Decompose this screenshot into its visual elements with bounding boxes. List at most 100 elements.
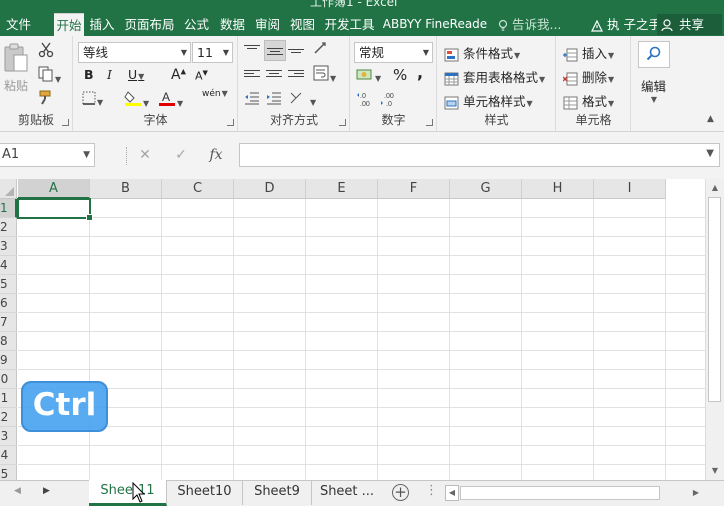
tab-view[interactable]: 视图 (287, 13, 318, 36)
increase-font-button[interactable]: A▲ (171, 67, 186, 83)
scroll-tabs-left-icon[interactable]: ◀ (14, 486, 21, 496)
horizontal-scrollbar[interactable]: ◀ ▶ (445, 485, 703, 501)
increase-decimal-button[interactable]: .0.00 (356, 91, 376, 110)
row-header-3[interactable]: 3 (0, 237, 17, 256)
row-header-4[interactable]: 4 (0, 256, 17, 275)
row-header-9[interactable]: 9 (0, 351, 17, 370)
scroll-left-icon[interactable]: ◀ (445, 485, 459, 501)
column-header-e[interactable]: E (306, 179, 378, 199)
row-header-1[interactable]: 1 (0, 199, 17, 218)
formula-input[interactable]: ▼ (239, 143, 720, 167)
tab-page-layout[interactable]: 页面布局 (122, 13, 177, 36)
percent-button[interactable]: % (393, 66, 407, 84)
format-painter-button[interactable] (38, 89, 54, 108)
phonetic-button[interactable]: wén▼ (202, 89, 228, 99)
align-right-button[interactable] (288, 67, 304, 82)
comma-button[interactable]: , (417, 63, 423, 82)
align-top-button[interactable] (244, 42, 260, 57)
editing-button[interactable]: 编辑 ▼ (641, 76, 666, 104)
column-header-g[interactable]: G (450, 179, 522, 199)
row-header-5[interactable]: 5 (0, 275, 17, 294)
accounting-format-button[interactable]: ▼ (356, 67, 381, 84)
number-format-dropdown[interactable]: 常规 ▼ (354, 42, 433, 63)
sheet-tab-more[interactable]: Sheet ... (312, 481, 382, 505)
tab-review[interactable]: 审阅 (252, 13, 283, 36)
column-header-h[interactable]: H (522, 179, 594, 199)
decrease-font-button[interactable]: A▼ (195, 69, 208, 83)
cut-button[interactable] (38, 42, 54, 61)
scroll-up-icon[interactable]: ▲ (706, 181, 724, 195)
align-bottom-button[interactable] (288, 42, 304, 57)
row-header-13[interactable]: 13 (0, 427, 17, 446)
font-launcher[interactable] (227, 119, 234, 126)
decrease-decimal-button[interactable]: .00.0 (380, 91, 400, 110)
paste-button[interactable]: 粘贴 (1, 42, 31, 97)
row-header-7[interactable]: 7 (0, 313, 17, 332)
underline-button[interactable]: U▼ (128, 67, 144, 82)
alignment-launcher[interactable] (339, 119, 346, 126)
wrap-text-button[interactable]: ▼ (313, 65, 336, 84)
conditional-formatting-button[interactable]: 条件格式▼ (444, 43, 520, 62)
increase-indent-button[interactable] (266, 91, 282, 108)
tab-insert[interactable]: 插入 (87, 13, 117, 36)
font-name-dropdown[interactable]: 等线 ▼ (78, 42, 191, 63)
column-header-i[interactable]: I (594, 179, 666, 199)
tab-home[interactable]: 开始 (54, 13, 84, 36)
copy-button[interactable]: ▼ (38, 66, 61, 85)
vertical-scroll-thumb[interactable] (708, 197, 721, 402)
insert-function-button[interactable]: fx (206, 145, 226, 165)
tab-developer[interactable]: 开发工具 (322, 13, 377, 36)
active-cell[interactable] (17, 198, 93, 221)
row-header-2[interactable]: 2 (0, 218, 17, 237)
row-header-6[interactable]: 6 (0, 294, 17, 313)
cell-styles-button[interactable]: 单元格样式▼ (444, 91, 533, 110)
align-left-button[interactable] (244, 67, 260, 82)
italic-button[interactable]: I (107, 67, 112, 82)
align-middle-button[interactable] (264, 40, 286, 61)
horizontal-scroll-thumb[interactable] (460, 486, 660, 500)
number-launcher[interactable] (426, 119, 433, 126)
column-header-d[interactable]: D (234, 179, 306, 199)
merge-button[interactable]: ▼ (289, 91, 316, 108)
font-color-button[interactable]: A ▼ (158, 90, 183, 109)
column-header-a[interactable]: A (18, 179, 90, 199)
column-header-c[interactable]: C (162, 179, 234, 199)
share-button[interactable]: 共享 (657, 14, 722, 35)
column-header-f[interactable]: F (378, 179, 450, 199)
scroll-right-icon[interactable]: ▶ (689, 485, 703, 501)
tab-formulas[interactable]: 公式 (181, 13, 212, 36)
row-header-14[interactable]: 14 (0, 446, 17, 465)
insert-cells-button[interactable]: 插入▼ (563, 43, 614, 62)
confirm-entry-button[interactable]: ✓ (171, 145, 191, 165)
vertical-scrollbar[interactable]: ▲ ▼ (705, 179, 724, 480)
row-header-12[interactable]: 12 (0, 408, 17, 427)
tab-abbyy[interactable]: ABBYY FineReade (380, 13, 490, 36)
format-cells-button[interactable]: 格式▼ (563, 91, 614, 110)
tab-data[interactable]: 数据 (217, 13, 248, 36)
sheet-tab[interactable]: Sheet10 (167, 481, 243, 505)
cancel-entry-button[interactable]: ✕ (135, 145, 155, 165)
font-size-dropdown[interactable]: 11 ▼ (192, 42, 233, 63)
collapse-ribbon-button[interactable]: ▲ (707, 114, 714, 124)
row-header-11[interactable]: 11 (0, 389, 17, 408)
user-account[interactable]: 执 子之手 (591, 13, 661, 36)
bold-button[interactable]: B (84, 67, 94, 82)
scroll-down-icon[interactable]: ▼ (706, 464, 724, 478)
find-button[interactable] (638, 41, 670, 68)
tab-file[interactable]: 文件 (0, 13, 37, 36)
worksheet-grid[interactable]: ABCDEFGHI 123456789101112131415 (0, 179, 705, 480)
column-header-b[interactable]: B (90, 179, 162, 199)
orientation-button[interactable] (313, 41, 329, 58)
delete-cells-button[interactable]: 删除▼ (563, 67, 614, 86)
tell-me-box[interactable]: 告诉我... (498, 13, 561, 36)
sheet-tab-active[interactable]: Sheet11 (89, 480, 167, 506)
decrease-indent-button[interactable] (244, 91, 260, 108)
row-header-10[interactable]: 10 (0, 370, 17, 389)
sheet-tab[interactable]: Sheet9 (243, 481, 312, 505)
select-all-button[interactable] (0, 179, 17, 199)
name-box[interactable]: A1 ▼ (0, 143, 95, 167)
row-header-15[interactable]: 15 (0, 465, 17, 480)
add-sheet-button[interactable]: + (392, 484, 409, 501)
borders-button[interactable]: ▼ (82, 91, 103, 108)
fill-color-button[interactable]: ▼ (124, 90, 149, 109)
